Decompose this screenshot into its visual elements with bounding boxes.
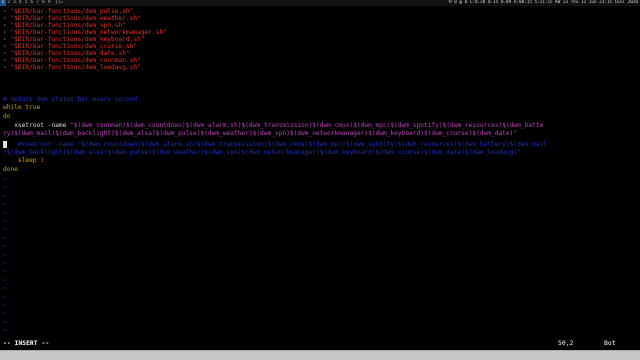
tilde-marker: ~	[3, 184, 7, 192]
tilde-marker: ~	[3, 192, 7, 200]
tilde-marker: ~	[3, 285, 7, 293]
tilde-marker: ~	[3, 268, 7, 276]
xsetroot-flag: -name	[44, 122, 71, 129]
done-line: done	[3, 166, 18, 173]
code-line: · "$DIR/bar-functions/dwm_networkmanager…	[3, 29, 637, 36]
scroll-position: Bot	[604, 339, 616, 347]
vim-editor[interactable]: · "$DIR/bar-functions/dwm_pulse.sh" · "$…	[0, 6, 640, 336]
code-line: · "$DIR/bar-functions/dwm_loadavg.sh"	[3, 64, 637, 71]
string-literal: "$DIR/bar-functions/dwm_pulse.sh"	[10, 8, 134, 15]
xsetroot-string-wrap: ry)$(dwm_mail)$(dwm_backlight)$(dwm_alsa…	[3, 130, 518, 137]
code-line: · "$DIR/bar-functions/dwm_date.sh"	[3, 50, 637, 57]
xsetroot-line: xsetroot -name "$(dwm_connman)$(dwm_coun…	[3, 122, 637, 129]
string-literal: "$DIR/bar-functions/dwm_vpn.sh"	[10, 22, 126, 29]
commented-xsetroot-line: #xsetroot -name "$(dwm_countdown)$(dwm_a…	[3, 141, 637, 148]
code-line: · "$DIR/bar-functions/dwm_connman.sh"	[3, 57, 637, 64]
string-literal: "$DIR/bar-functions/dwm_loadavg.sh"	[10, 64, 141, 71]
code-line: · "$DIR/bar-functions/dwm_ccurse.sh"	[3, 43, 637, 50]
sleep-value: 1	[36, 157, 44, 164]
tilde-marker: ~	[3, 251, 7, 259]
tilde-marker: ~	[3, 318, 7, 326]
string-literal: "$DIR/bar-functions/dwm_ccurse.sh"	[10, 43, 138, 50]
tilde-marker: ~	[3, 226, 7, 234]
string-literal: "$DIR/bar-functions/dwm_keyboard.sh"	[10, 36, 145, 43]
code-line: · "$DIR/bar-functions/dwm_pulse.sh"	[3, 8, 637, 15]
commented-xsetroot: #xsetroot -name "$(dwm_countdown)$(dwm_a…	[6, 141, 547, 148]
tilde-marker: ~	[3, 276, 7, 284]
commented-xsetroot-wrap: )$(dwm_backlight)$(dwm_alsa)$(dwm_pulse)…	[3, 149, 521, 156]
tilde-marker: ~	[3, 310, 7, 318]
tilde-marker: ~	[3, 176, 7, 183]
while-line: while true	[3, 104, 41, 111]
tilde-marker: ~	[3, 302, 7, 309]
tilde-marker: ~	[3, 218, 7, 225]
string-literal: "$DIR/bar-functions/dwm_connman.sh"	[10, 57, 141, 64]
code-line: · "$DIR/bar-functions/dwm_keyboard.sh"	[3, 36, 637, 43]
cursor-position: 50,2	[558, 339, 574, 347]
string-literal: "$DIR/bar-functions/dwm_date.sh"	[10, 50, 130, 57]
tilde-marker: ~	[3, 234, 7, 242]
string-literal: "$DIR/bar-functions/dwm_networkmanager.s…	[10, 29, 167, 36]
vim-statusline: -- INSERT -- 50,2 Bot	[0, 336, 640, 350]
xsetroot-command: xsetroot	[14, 122, 44, 129]
tilde-marker: ~	[3, 327, 7, 335]
string-literal: "$DIR/bar-functions/dwm_weather.sh"	[10, 15, 141, 22]
host-taskbar	[0, 350, 640, 360]
code-line: · "$DIR/bar-functions/dwm_vpn.sh"	[3, 22, 637, 29]
sleep-keyword: sleep	[3, 157, 37, 164]
mode-indicator: -- INSERT --	[3, 339, 50, 347]
tilde-marker: ~	[3, 243, 7, 251]
tilde-marker: ~	[3, 201, 7, 209]
code-line: · "$DIR/bar-functions/dwm_weather.sh"	[3, 15, 637, 22]
tilde-marker: ~	[3, 260, 7, 267]
tilde-marker: ~	[3, 293, 7, 301]
xsetroot-string: "$(dwm_connman)$(dwm_countdown)$(dwm_ala…	[70, 122, 544, 129]
comment-line: # Update dwm status bar every second	[3, 96, 138, 103]
sleep-line: sleep 1	[3, 157, 637, 164]
do-line: do	[3, 113, 11, 120]
tilde-marker: ~	[3, 209, 7, 217]
